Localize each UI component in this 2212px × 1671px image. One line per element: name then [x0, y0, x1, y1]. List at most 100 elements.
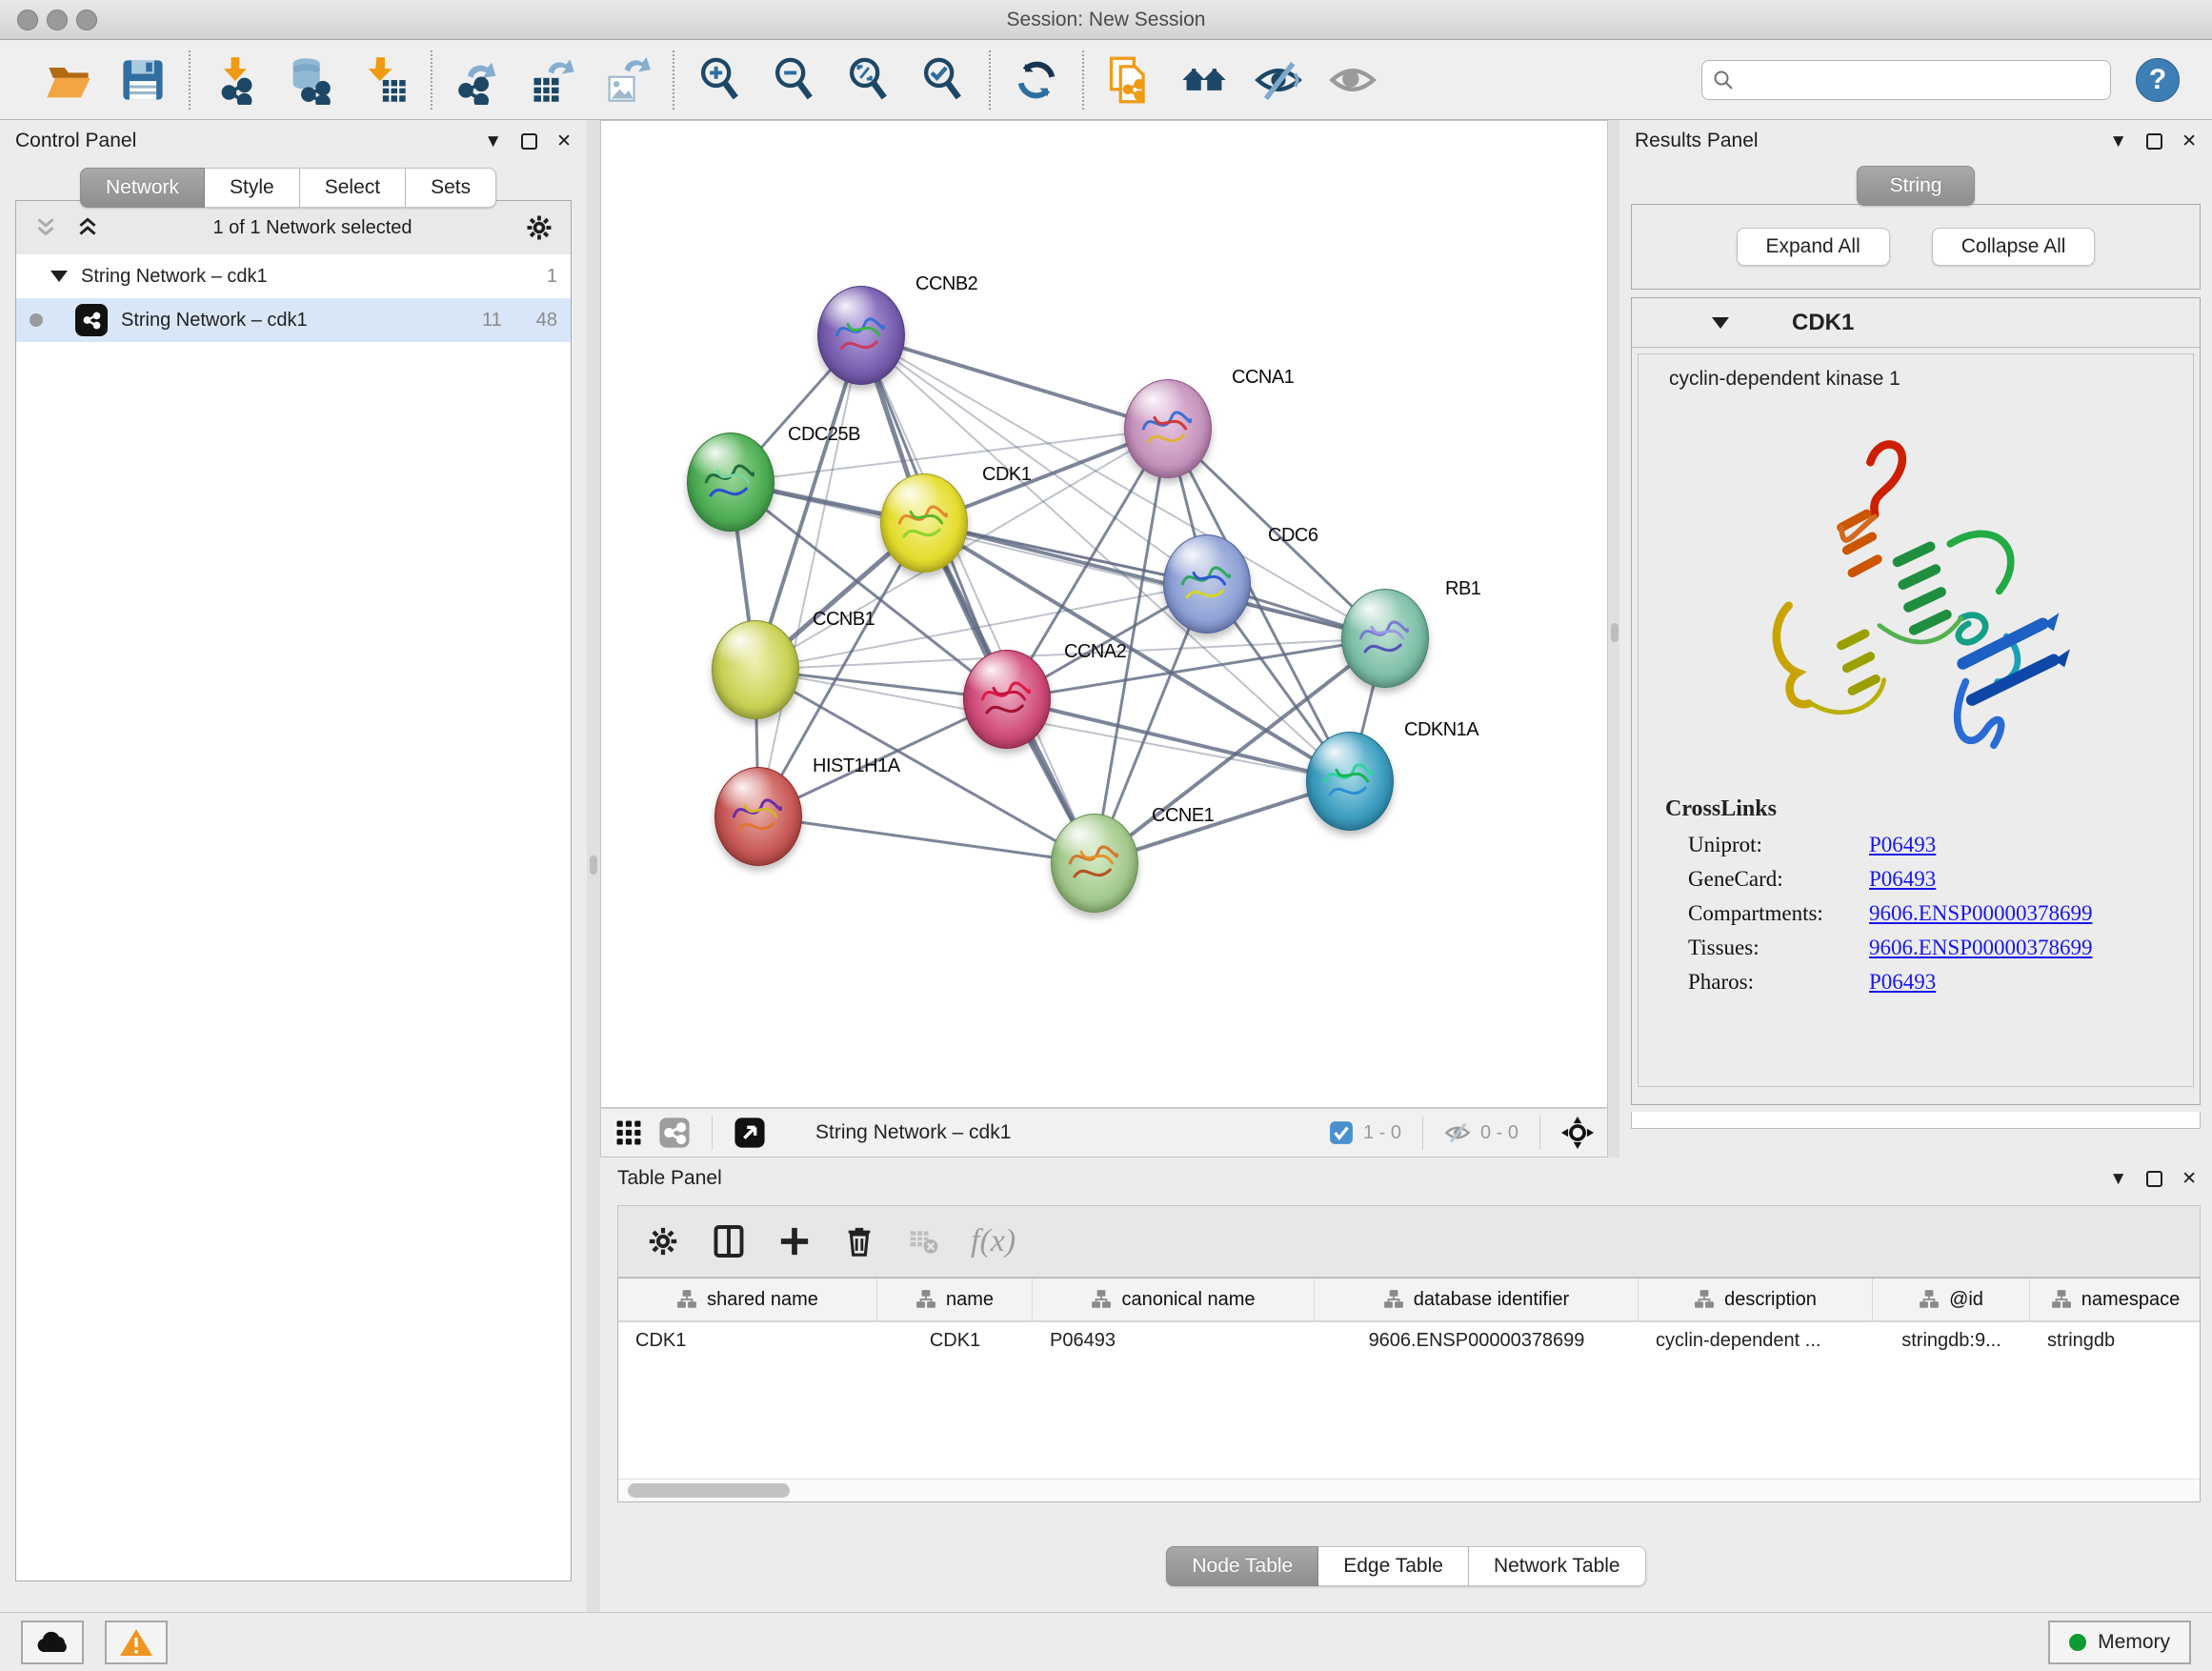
tab-style[interactable]: Style [205, 168, 300, 208]
close-window-button[interactable] [17, 10, 38, 30]
show-all-icon[interactable] [1328, 55, 1377, 105]
collapse-all-button[interactable]: Collapse All [1932, 228, 2096, 266]
section-expand-icon[interactable] [1712, 317, 1729, 329]
collection-expand-icon[interactable] [50, 271, 68, 282]
edge-HIST1H1A-CCNE1[interactable] [758, 816, 1095, 863]
search-input[interactable] [1735, 70, 2101, 91]
zoom-selected-icon[interactable] [918, 55, 968, 105]
create-column-plus-icon[interactable] [778, 1225, 811, 1258]
import-network-database-icon[interactable] [286, 55, 335, 105]
export-network-icon[interactable] [453, 55, 503, 105]
import-network-file-icon[interactable] [211, 55, 261, 105]
zoom-fit-icon[interactable] [844, 55, 894, 105]
edge-layer [601, 121, 1607, 1107]
node-CCNA2[interactable] [963, 650, 1051, 749]
node-CDKN1A[interactable] [1306, 732, 1394, 831]
crosslink-value[interactable]: 9606.ENSP00000378699 [1869, 936, 2093, 960]
help-icon[interactable]: ? [2136, 58, 2180, 102]
column-header-namespace[interactable]: namespace [2030, 1278, 2201, 1320]
float-panel-icon[interactable] [521, 133, 537, 150]
tab-node-table[interactable]: Node Table [1166, 1546, 1318, 1586]
gene-section-header[interactable]: CDK1 [1632, 298, 2200, 348]
memory-button[interactable]: Memory [2048, 1621, 2191, 1664]
minimize-window-button[interactable] [47, 10, 68, 30]
export-image-icon[interactable] [602, 55, 652, 105]
hide-selected-icon[interactable] [1254, 55, 1303, 105]
crosslink-value[interactable]: P06493 [1869, 970, 1936, 995]
network-icon [75, 304, 108, 336]
node-CDK1[interactable] [880, 473, 968, 573]
node-CCNA1[interactable] [1124, 379, 1212, 478]
node-RB1[interactable] [1341, 589, 1429, 688]
table-row[interactable]: CDK1CDK1P064939606.ENSP00000378699cyclin… [618, 1322, 2200, 1359]
float-panel-icon[interactable] [2146, 1171, 2162, 1187]
zoom-in-icon[interactable] [695, 55, 745, 105]
table-cell: cyclin-dependent ... [1639, 1330, 1873, 1352]
node-CCNE1[interactable] [1051, 814, 1138, 913]
tab-network[interactable]: Network [80, 168, 205, 208]
network-view-icon[interactable] [658, 1117, 691, 1149]
tab-edge-table[interactable]: Edge Table [1318, 1546, 1469, 1586]
expand-all-button[interactable]: Expand All [1737, 228, 1890, 266]
collection-row[interactable]: String Network – cdk1 1 [16, 254, 571, 298]
node-CCNB2[interactable] [817, 286, 905, 385]
panel-menu-icon[interactable]: ▼ [484, 132, 502, 151]
column-header--id[interactable]: @id [1873, 1278, 2030, 1320]
refresh-icon[interactable] [1012, 55, 1061, 105]
cloud-status-button[interactable] [21, 1621, 84, 1664]
delete-column-trash-icon[interactable] [843, 1225, 875, 1258]
column-header-label: description [1724, 1289, 1817, 1311]
close-panel-icon[interactable]: ✕ [556, 132, 572, 151]
fit-selected-crosshair-icon[interactable] [1561, 1117, 1594, 1149]
left-splitter[interactable] [587, 120, 600, 1612]
collapse-all-chevron-icon[interactable] [33, 215, 58, 240]
gear-icon[interactable] [525, 213, 553, 242]
edge-CCNB2-HIST1H1A[interactable] [758, 335, 861, 816]
search-field[interactable] [1701, 60, 2111, 100]
node-label-CCNE1: CCNE1 [1152, 805, 1214, 827]
close-panel-icon[interactable]: ✕ [2182, 132, 2197, 151]
node-CDC6[interactable] [1163, 534, 1251, 634]
tab-string[interactable]: String [1857, 166, 1976, 206]
save-session-icon[interactable] [118, 55, 168, 105]
panel-menu-icon[interactable]: ▼ [2109, 132, 2127, 151]
column-header-canonical-name[interactable]: canonical name [1033, 1278, 1315, 1320]
open-session-icon[interactable] [44, 55, 93, 105]
edge-CCNB2-CCNE1[interactable] [861, 335, 1095, 863]
tab-sets[interactable]: Sets [406, 168, 496, 208]
grid-view-icon[interactable] [614, 1118, 643, 1147]
clone-network-icon[interactable] [1105, 55, 1155, 105]
node-CDC25B[interactable] [687, 433, 774, 532]
scrollbar-thumb[interactable] [628, 1483, 790, 1498]
tab-network-table[interactable]: Network Table [1469, 1546, 1646, 1586]
float-panel-icon[interactable] [2146, 133, 2162, 150]
crosslink-row: Uniprot:P06493 [1639, 828, 2193, 862]
export-table-icon[interactable] [528, 55, 577, 105]
crosslink-value[interactable]: P06493 [1869, 867, 1936, 892]
first-neighbors-icon[interactable] [1179, 55, 1229, 105]
column-header-description[interactable]: description [1639, 1278, 1873, 1320]
import-table-file-icon[interactable] [360, 55, 410, 105]
close-panel-icon[interactable]: ✕ [2182, 1170, 2197, 1188]
birds-eye-view-icon[interactable] [734, 1117, 766, 1149]
column-header-shared-name[interactable]: shared name [618, 1278, 877, 1320]
warnings-button[interactable] [105, 1621, 168, 1664]
crosslink-value[interactable]: P06493 [1869, 833, 1936, 857]
tab-select[interactable]: Select [300, 168, 406, 208]
show-columns-icon[interactable] [712, 1224, 746, 1258]
network-row[interactable]: String Network – cdk1 11 48 [16, 298, 571, 342]
table-options-gear-icon[interactable] [647, 1225, 679, 1258]
column-header-database-identifier[interactable]: database identifier [1315, 1278, 1639, 1320]
crosslink-value[interactable]: 9606.ENSP00000378699 [1869, 901, 2093, 926]
edge-CCNB2-CCNA1[interactable] [861, 335, 1168, 429]
node-CCNB1[interactable] [712, 620, 799, 719]
zoom-out-icon[interactable] [770, 55, 819, 105]
table-horizontal-scrollbar[interactable] [618, 1479, 2200, 1501]
panel-menu-icon[interactable]: ▼ [2109, 1170, 2127, 1188]
network-canvas[interactable]: CCNB2CCNA1CDC25BCDK1CDC6RB1CCNB1CCNA2CDK… [600, 120, 1608, 1108]
column-header-label: shared name [707, 1289, 818, 1311]
column-header-name[interactable]: name [877, 1278, 1033, 1320]
node-HIST1H1A[interactable] [714, 767, 802, 866]
maximize-window-button[interactable] [76, 10, 97, 30]
expand-all-chevron-icon[interactable] [75, 215, 100, 240]
